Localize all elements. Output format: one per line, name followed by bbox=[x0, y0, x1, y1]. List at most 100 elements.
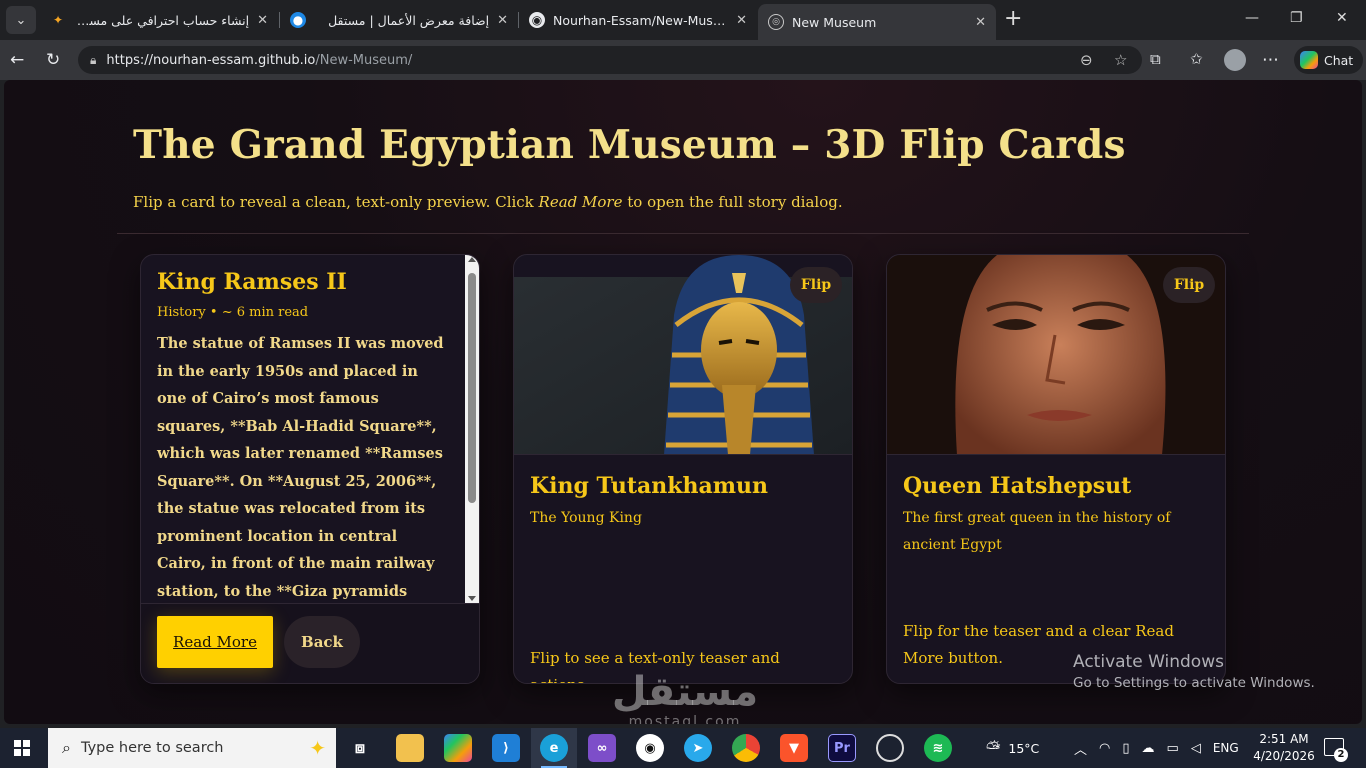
tab-actions-menu-button[interactable]: ⌄ bbox=[6, 6, 36, 34]
vscode-icon[interactable]: ⟩ bbox=[492, 734, 520, 762]
windows-taskbar: ⌕ Type here to search ✦ ⧈ ⟩ e ∞ ◉ ➤ ▼ Pr… bbox=[0, 728, 1366, 768]
card-story-text: The statue of Ramses II was moved in the… bbox=[157, 335, 444, 600]
globe-icon: ◎ bbox=[768, 14, 784, 30]
close-icon[interactable]: ✕ bbox=[975, 15, 986, 30]
chat-label: Chat bbox=[1324, 52, 1354, 68]
window-close-button[interactable]: ✕ bbox=[1336, 10, 1348, 26]
tab-title: إضافة معرض الأعمال | مستقل bbox=[328, 12, 490, 28]
search-highlight-sparkle-icon: ✦ bbox=[309, 736, 326, 760]
read-more-button[interactable]: Read More bbox=[157, 616, 273, 668]
copilot-chat-button[interactable]: Chat bbox=[1294, 46, 1364, 74]
browser-tab-strip: ⌄ ✦ إنشاء حساب احترافي على مستقل - ini ✕… bbox=[0, 0, 1366, 40]
watermark-latin: mostaql.com bbox=[628, 714, 742, 724]
search-icon: ⌕ bbox=[62, 738, 71, 757]
card-scrollbar[interactable] bbox=[465, 255, 479, 603]
browser-toolbar: ← ↻ 🔒︎ https://nourhan-essam.github.io/N… bbox=[0, 40, 1366, 80]
flip-card-ramses[interactable]: King Ramses II History • ~ 6 min read Th… bbox=[140, 254, 480, 684]
card-front-text: King Tutankhamun The Young King bbox=[530, 473, 838, 532]
back-button[interactable]: Back bbox=[284, 616, 360, 668]
tab-github-repo[interactable]: ◉ Nourhan-Essam/New-Museum ✕ bbox=[519, 4, 757, 36]
clock-date: 4/20/2026 bbox=[1253, 749, 1315, 763]
reader-mode-icon[interactable]: ⊖ bbox=[1080, 51, 1093, 69]
copilot-icon bbox=[1300, 51, 1318, 69]
brave-icon[interactable]: ▼ bbox=[780, 734, 808, 762]
flip-button[interactable]: Flip bbox=[790, 267, 842, 303]
device-icon[interactable]: ▯ bbox=[1122, 741, 1129, 756]
file-explorer-icon[interactable] bbox=[396, 734, 424, 762]
activate-subtitle: Go to Settings to activate Windows. bbox=[1073, 675, 1315, 691]
activate-windows-overlay: Activate Windows Go to Settings to activ… bbox=[1073, 652, 1315, 691]
card-front-text: Queen Hatshepsut The first great queen i… bbox=[903, 473, 1211, 559]
page-title: The Grand Egyptian Museum – 3D Flip Card… bbox=[133, 122, 1126, 168]
close-icon[interactable]: ✕ bbox=[257, 13, 268, 28]
extensions-icon[interactable]: ⧉ bbox=[1150, 50, 1161, 68]
chrome-icon[interactable] bbox=[732, 734, 760, 762]
task-view-icon[interactable]: ⧈ bbox=[346, 734, 374, 762]
windows-start-icon[interactable] bbox=[14, 740, 30, 756]
battery-icon[interactable]: ▭ bbox=[1167, 741, 1179, 756]
header-divider bbox=[117, 233, 1249, 234]
tab-new-museum[interactable]: ◎ New Museum ✕ bbox=[758, 4, 996, 40]
url-text: https://nourhan-essam.github.io/New-Muse… bbox=[106, 52, 413, 68]
volume-icon[interactable]: ◁ bbox=[1191, 741, 1201, 756]
activate-title: Activate Windows bbox=[1073, 652, 1224, 672]
mostaql-icon: ● bbox=[290, 12, 306, 28]
flip-card-hatshepsut[interactable]: Flip Queen Hatshepsut The first great qu… bbox=[886, 254, 1226, 684]
network-icon[interactable]: ◠ bbox=[1099, 741, 1110, 756]
address-bar[interactable]: 🔒︎ https://nourhan-essam.github.io/New-M… bbox=[78, 46, 1142, 74]
close-icon[interactable]: ✕ bbox=[736, 13, 747, 28]
tab-mostaql-account[interactable]: ✦ إنشاء حساب احترافي على مستقل - ini ✕ bbox=[40, 4, 278, 36]
taskbar-clock[interactable]: 2:51 AM 4/20/2026 bbox=[1252, 731, 1316, 765]
page-subtitle: Flip a card to reveal a clean, text-only… bbox=[133, 193, 843, 211]
scroll-thumb[interactable] bbox=[468, 273, 476, 503]
tab-title: إنشاء حساب احترافي على مستقل - ini bbox=[74, 12, 250, 28]
card-back-content[interactable]: King Ramses II History • ~ 6 min read Th… bbox=[141, 255, 479, 603]
tab-title: Nourhan-Essam/New-Museum bbox=[553, 12, 729, 28]
gemini-sparkle-icon: ✦ bbox=[52, 13, 64, 27]
premiere-pro-icon[interactable]: Pr bbox=[828, 734, 856, 762]
edge-browser-icon[interactable]: e bbox=[540, 734, 568, 762]
tutankhamun-mask-image: Flip bbox=[514, 255, 852, 455]
obs-icon[interactable] bbox=[876, 734, 904, 762]
system-tray: ︿ ◠ ▯ ☁︎ ▭ ◁ ENG bbox=[1074, 728, 1239, 768]
copilot-app-icon[interactable] bbox=[444, 734, 472, 762]
card-title: King Tutankhamun bbox=[530, 473, 769, 499]
scroll-down-arrow-icon[interactable] bbox=[468, 596, 476, 601]
flip-button[interactable]: Flip bbox=[1163, 267, 1215, 303]
search-placeholder: Type here to search bbox=[80, 740, 224, 756]
flip-card-tutankhamun[interactable]: Flip King Tutankhamun The Young King Fli… bbox=[513, 254, 853, 684]
queen-bust-image: Flip bbox=[887, 255, 1225, 455]
restore-button[interactable]: ❐ bbox=[1290, 10, 1303, 26]
profile-avatar[interactable] bbox=[1224, 49, 1246, 71]
tab-title: New Museum bbox=[792, 14, 877, 30]
read-more-emphasis: Read More bbox=[538, 193, 623, 211]
card-title: King Ramses II bbox=[157, 269, 347, 295]
spotify-icon[interactable]: ≋ bbox=[924, 734, 952, 762]
card-subtitle: The first great queen in the history of … bbox=[903, 510, 1171, 553]
card-actions: Read More Back bbox=[141, 603, 479, 683]
github-icon: ◉ bbox=[529, 12, 545, 28]
new-tab-button[interactable]: + bbox=[1004, 8, 1022, 30]
mostaql-watermark: مستقل mostaql.com bbox=[600, 670, 770, 724]
weather-widget[interactable]: ⛅︎ 15°C bbox=[986, 728, 1039, 768]
tab-mostaql-portfolio[interactable]: ● إضافة معرض الأعمال | مستقل ✕ bbox=[280, 4, 518, 36]
back-arrow-icon[interactable]: ← bbox=[10, 50, 24, 70]
language-indicator[interactable]: ENG bbox=[1213, 741, 1239, 755]
taskbar-search-box[interactable]: ⌕ Type here to search ✦ bbox=[48, 728, 336, 768]
more-menu-icon[interactable]: ⋯ bbox=[1262, 50, 1279, 70]
chevron-up-icon[interactable]: ︿ bbox=[1074, 739, 1087, 758]
reload-icon[interactable]: ↻ bbox=[46, 50, 60, 70]
lock-icon: 🔒︎ bbox=[90, 52, 97, 67]
favorite-star-icon[interactable]: ☆ bbox=[1114, 51, 1127, 69]
close-icon[interactable]: ✕ bbox=[497, 13, 508, 28]
clock-time: 2:51 AM bbox=[1259, 732, 1309, 746]
github-desktop-icon[interactable]: ◉ bbox=[636, 734, 664, 762]
cloud-icon[interactable]: ☁︎ bbox=[1142, 741, 1155, 756]
cloud-sun-icon: ⛅︎ bbox=[986, 737, 1001, 759]
scroll-up-arrow-icon[interactable] bbox=[468, 257, 476, 262]
minimize-button[interactable]: — bbox=[1245, 10, 1259, 26]
visual-studio-icon[interactable]: ∞ bbox=[588, 734, 616, 762]
card-title: Queen Hatshepsut bbox=[903, 473, 1132, 499]
favorites-icon[interactable]: ✩ bbox=[1190, 50, 1203, 68]
telegram-icon[interactable]: ➤ bbox=[684, 734, 712, 762]
